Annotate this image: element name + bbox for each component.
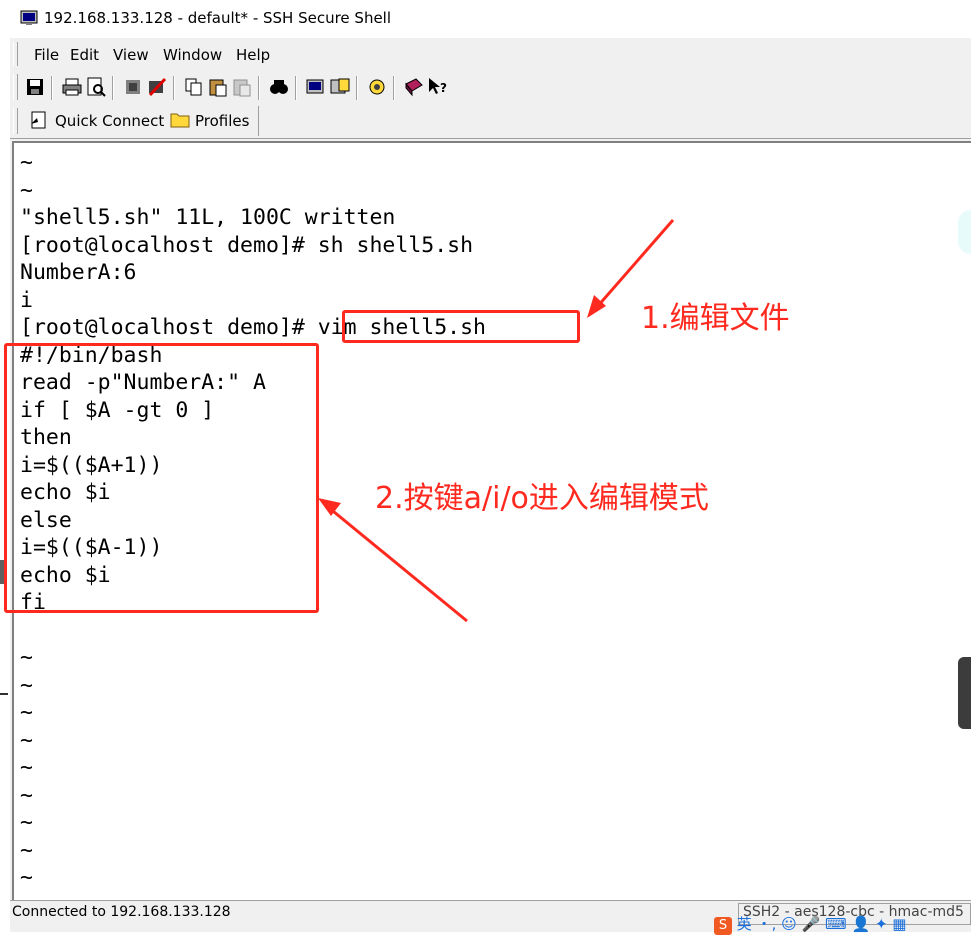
toolbar-separator <box>393 76 395 100</box>
toolbar-grip[interactable] <box>13 74 18 100</box>
toolbar-separator <box>295 76 297 100</box>
ime-punctuation-icon: ・, <box>756 915 777 933</box>
title-bar: 192.168.133.128 - default* - SSH Secure … <box>10 0 971 38</box>
ime-user-icon: 👤 <box>851 915 871 933</box>
annotation-highlight-script <box>4 343 319 613</box>
find-icon[interactable] <box>268 76 290 98</box>
connection-status: Connected to 192.168.133.128 <box>12 904 231 920</box>
ime-grid-icon: ▦ <box>892 915 907 933</box>
profiles-label: Profiles <box>195 112 250 130</box>
terminal-line: ~ <box>20 755 33 780</box>
toolbar-separator <box>356 76 358 100</box>
quick-connect-label: Quick Connect <box>55 112 165 130</box>
menu-file[interactable]: File <box>34 46 59 64</box>
window-title: 192.168.133.128 - default* - SSH Secure … <box>44 9 392 27</box>
menu-window[interactable]: Window <box>163 46 222 64</box>
print-preview-icon[interactable] <box>85 76 107 98</box>
disconnect-icon[interactable] <box>146 76 168 98</box>
folder-icon <box>170 113 190 128</box>
ime-mic-icon: 🎤 <box>801 915 821 933</box>
quickbar-end-divider <box>258 106 259 136</box>
help-book-icon[interactable] <box>403 76 425 98</box>
terminal-line: ~ <box>20 672 33 698</box>
context-help-icon[interactable]: ? <box>427 76 449 98</box>
terminal-line: ~ <box>20 810 33 835</box>
svg-text:?: ? <box>440 81 447 95</box>
left-edge-mark <box>0 693 8 695</box>
menu-help[interactable]: Help <box>236 46 270 64</box>
menubar-grip[interactable] <box>13 42 18 66</box>
menu-edit[interactable]: Edit <box>70 46 99 64</box>
terminal-line: ~ <box>20 727 33 753</box>
paste-icon[interactable] <box>207 76 229 98</box>
floating-bubble[interactable] <box>958 210 971 254</box>
toolbar-separator <box>51 76 53 100</box>
new-file-transfer-icon[interactable] <box>329 76 351 98</box>
side-widget-handle[interactable] <box>958 657 971 729</box>
sftp-icon[interactable] <box>366 76 388 98</box>
annotation-step1-label: 1.编辑文件 <box>641 301 790 336</box>
copy-icon[interactable] <box>183 76 205 98</box>
ime-toolbar[interactable]: S 英 ・, ☺ 🎤 ⌨ 👤 ✦ ▦ <box>714 913 906 935</box>
terminal-line: ~ <box>20 782 33 808</box>
terminal-line: ~ <box>20 865 33 890</box>
menu-bar: File Edit View Window Help <box>10 38 971 71</box>
ime-emoji-icon: ☺ <box>781 915 797 933</box>
menu-view[interactable]: View <box>113 46 149 64</box>
toolbar-separator <box>258 76 260 100</box>
toolbar-separator <box>112 76 114 100</box>
print-icon[interactable] <box>61 76 83 98</box>
save-icon[interactable] <box>24 76 46 98</box>
ime-language: 英 <box>736 915 752 933</box>
annotation-highlight-command <box>342 310 580 343</box>
tunnel-icon[interactable] <box>122 76 144 98</box>
quick-connect-bar: Quick Connect Profiles <box>10 104 971 139</box>
paste-disabled-icon <box>233 79 251 97</box>
terminal-line: NumberA:6 <box>20 260 137 285</box>
terminal-line: ~ <box>20 177 33 203</box>
terminal-line: ~ <box>20 700 33 725</box>
terminal-line: ~ <box>20 837 33 863</box>
terminal-line: ~ <box>20 645 33 670</box>
ime-tools-icon: ✦ <box>874 915 888 933</box>
profiles-button[interactable]: Profiles <box>167 104 257 136</box>
terminal-line: "shell5.sh" 11L, 100C written <box>20 205 396 230</box>
ime-keyboard-icon: ⌨ <box>825 915 847 933</box>
annotation-step2-label: 2.按键a/i/o进入编辑模式 <box>375 481 709 516</box>
quickbar-grip[interactable] <box>13 108 18 134</box>
quick-connect-icon <box>31 111 46 129</box>
settings-icon[interactable] <box>305 76 327 98</box>
terminal-line: ~ <box>20 150 33 175</box>
terminal-line: [root@localhost demo]# sh shell5.sh <box>20 232 474 258</box>
toolbar-separator <box>173 76 175 100</box>
ime-logo-icon: S <box>714 917 732 935</box>
toolbar: ? <box>10 70 971 104</box>
app-icon <box>20 10 38 25</box>
